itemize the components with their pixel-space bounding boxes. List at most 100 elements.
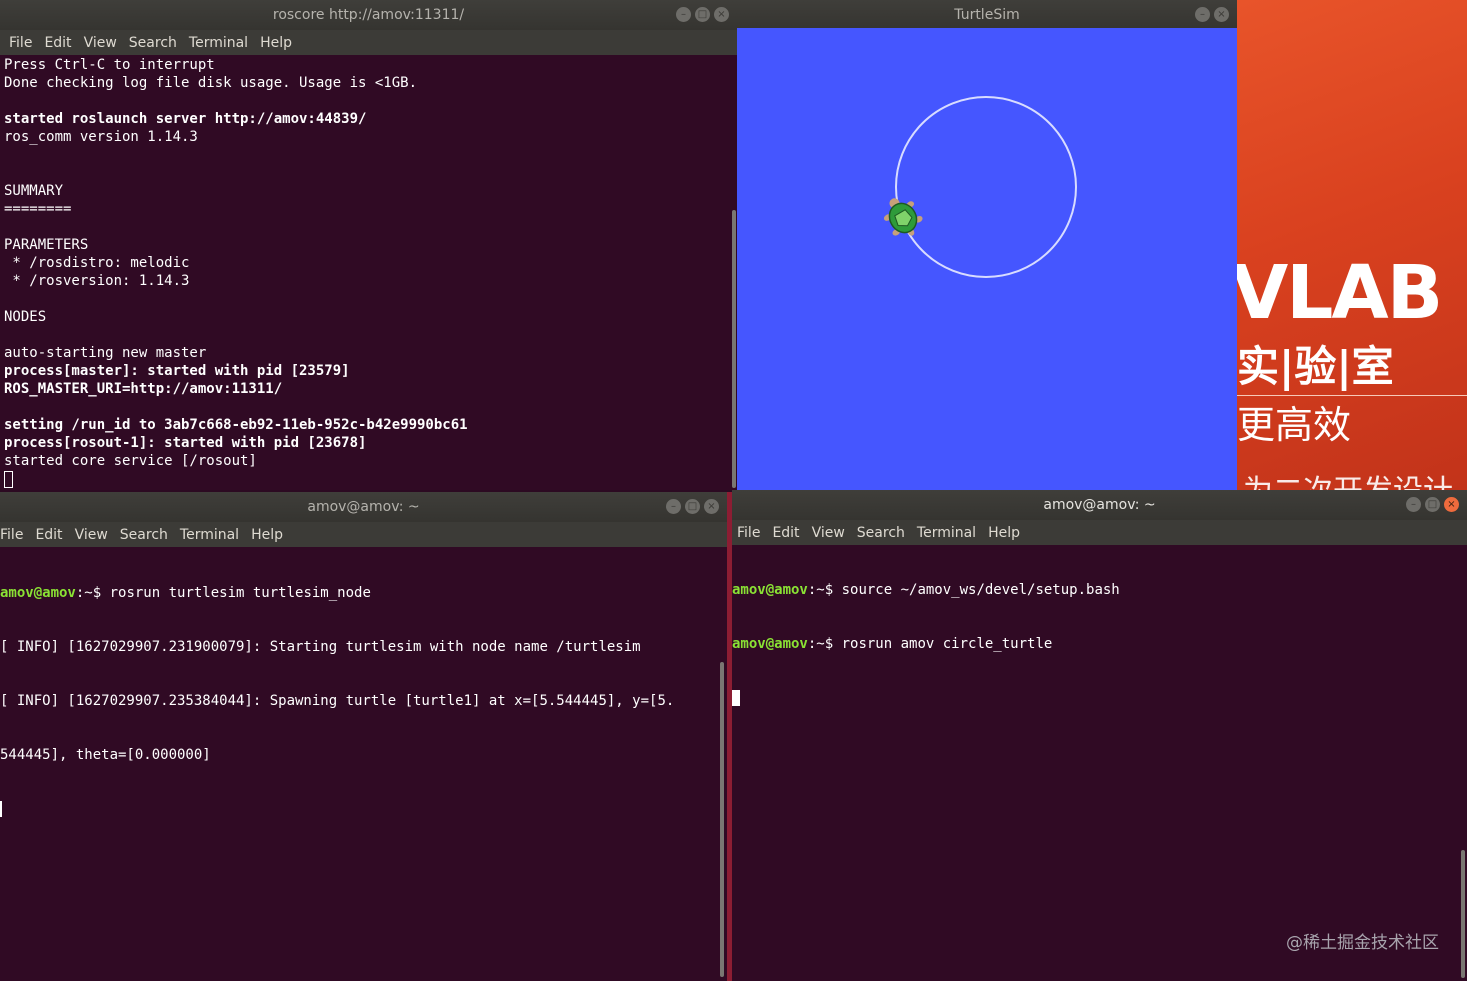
output-line: 544445], theta=[0.000000]	[0, 747, 211, 763]
output-line: * /rosversion: 1.14.3	[4, 273, 190, 289]
output-line: started core service [/rosout]	[4, 453, 257, 469]
output-line: Done checking log file disk usage. Usage…	[4, 75, 418, 91]
menu-edit[interactable]: Edit	[35, 527, 62, 543]
output-line: ========	[4, 201, 72, 217]
wallpaper-line1: 实|验|室	[1237, 342, 1394, 391]
menu-file[interactable]: File	[0, 527, 23, 543]
roscore-terminal-window[interactable]: roscore http://amov:11311/ – □ × File Ed…	[0, 0, 737, 490]
desktop-wallpaper: VLAB 实|验|室 更高效 为二次开发设计	[1237, 0, 1467, 490]
roscore-menubar: File Edit View Search Terminal Help	[0, 30, 737, 55]
prompt-user: amov@amov	[0, 585, 76, 601]
output-line: auto-starting new master	[4, 345, 207, 361]
menu-edit[interactable]: Edit	[772, 525, 799, 541]
maximize-button[interactable]: □	[685, 499, 700, 514]
menu-view[interactable]: View	[84, 35, 117, 51]
close-button[interactable]: ×	[714, 7, 729, 22]
cursor-line	[0, 800, 727, 818]
menu-terminal[interactable]: Terminal	[917, 525, 976, 541]
prompt-path: :~$	[807, 636, 834, 652]
prompt-line: amov@amov:~$ rosrun amov circle_turtle	[732, 635, 1467, 653]
minimize-button[interactable]: –	[1406, 497, 1421, 512]
output-line: PARAMETERS	[4, 237, 89, 253]
window-gap	[727, 492, 732, 981]
turtlesim-node-terminal-window[interactable]: amov@amov: ~ – □ × File Edit View Search…	[0, 492, 727, 981]
output-line: SUMMARY	[4, 183, 64, 199]
turtlesim-window[interactable]: TurtleSim – ×	[737, 0, 1237, 490]
node-terminal-output[interactable]: amov@amov:~$ rosrun turtlesim turtlesim_…	[0, 548, 727, 981]
menu-view[interactable]: View	[75, 527, 108, 543]
menu-search[interactable]: Search	[129, 35, 177, 51]
turtlesim-drawing	[883, 96, 1077, 278]
wallpaper-line2: 更高效	[1237, 403, 1352, 447]
output-line: process[rosout-1]: started with pid [236…	[4, 435, 367, 451]
wallpaper-line3: 为二次开发设计	[1243, 466, 1453, 490]
output-line: * /rosdistro: melodic	[4, 255, 190, 271]
prompt-line: amov@amov:~$ source ~/amov_ws/devel/setu…	[732, 581, 1467, 599]
menu-view[interactable]: View	[812, 525, 845, 541]
output-line: Press Ctrl-C to interrupt	[4, 57, 215, 73]
roscore-window-title: roscore http://amov:11311/	[272, 7, 465, 23]
roscore-titlebar[interactable]: roscore http://amov:11311/ – □ ×	[0, 0, 737, 30]
wallpaper-brand: VLAB	[1237, 250, 1443, 336]
menu-help[interactable]: Help	[251, 527, 283, 543]
roscore-terminal-output[interactable]: Press Ctrl-C to interrupt Done checking l…	[0, 56, 737, 490]
output-line: [ INFO] [1627029907.231900079]: Starting…	[0, 639, 641, 655]
cursor-line	[4, 470, 737, 488]
minimize-button[interactable]: –	[676, 7, 691, 22]
circle-scrollbar[interactable]	[1461, 850, 1465, 978]
output-line: setting /run_id to 3ab7c668-eb92-11eb-95…	[4, 417, 468, 433]
prompt-user: amov@amov	[732, 582, 808, 598]
prompt-user: amov@amov	[732, 636, 808, 652]
circle-titlebar[interactable]: amov@amov: ~ – □ ×	[732, 490, 1467, 520]
minimize-button[interactable]: –	[666, 499, 681, 514]
menu-help[interactable]: Help	[260, 35, 292, 51]
text-cursor	[0, 801, 2, 817]
close-button[interactable]: ×	[704, 499, 719, 514]
menu-edit[interactable]: Edit	[44, 35, 71, 51]
close-button[interactable]: ×	[1444, 497, 1459, 512]
command-text: rosrun amov circle_turtle	[833, 636, 1053, 652]
menu-file[interactable]: File	[737, 525, 760, 541]
circle-menubar: File Edit View Search Terminal Help	[732, 520, 1467, 545]
turtle-path-circle	[895, 96, 1077, 278]
output-line: NODES	[4, 309, 47, 325]
command-text: source ~/amov_ws/devel/setup.bash	[833, 582, 1120, 598]
command-text: rosrun turtlesim turtlesim_node	[101, 585, 371, 601]
text-cursor	[4, 471, 13, 488]
turtlesim-titlebar[interactable]: TurtleSim – ×	[737, 0, 1237, 30]
output-line: ros_comm version 1.14.3	[4, 129, 198, 145]
circle-terminal-output[interactable]: amov@amov:~$ source ~/amov_ws/devel/setu…	[732, 545, 1467, 981]
maximize-button[interactable]: □	[1425, 497, 1440, 512]
circle-window-title: amov@amov: ~	[1043, 497, 1156, 513]
circle-turtle-terminal-window[interactable]: amov@amov: ~ – □ × File Edit View Search…	[732, 490, 1467, 981]
output-line: started roslaunch server http://amov:448…	[4, 111, 367, 127]
menu-search[interactable]: Search	[120, 527, 168, 543]
watermark: @稀土掘金技术社区	[1286, 933, 1439, 953]
node-menubar: File Edit View Search Terminal Help	[0, 522, 727, 547]
menu-terminal[interactable]: Terminal	[189, 35, 248, 51]
minimize-button[interactable]: –	[1195, 7, 1210, 22]
node-scrollbar[interactable]	[720, 662, 724, 977]
prompt-path: :~$	[807, 582, 834, 598]
close-button[interactable]: ×	[1214, 7, 1229, 22]
output-line: ROS_MASTER_URI=http://amov:11311/	[4, 381, 283, 397]
roscore-scrollbar[interactable]	[732, 210, 736, 488]
output-line: [ INFO] [1627029907.235384044]: Spawning…	[0, 693, 675, 709]
text-cursor	[732, 690, 740, 706]
menu-file[interactable]: File	[9, 35, 32, 51]
node-titlebar[interactable]: amov@amov: ~ – □ ×	[0, 492, 727, 522]
menu-search[interactable]: Search	[857, 525, 905, 541]
prompt-line: amov@amov:~$ rosrun turtlesim turtlesim_…	[0, 584, 727, 602]
maximize-button[interactable]: □	[695, 7, 710, 22]
menu-terminal[interactable]: Terminal	[180, 527, 239, 543]
menu-help[interactable]: Help	[988, 525, 1020, 541]
node-window-title: amov@amov: ~	[307, 499, 420, 515]
output-line: process[master]: started with pid [23579…	[4, 363, 350, 379]
